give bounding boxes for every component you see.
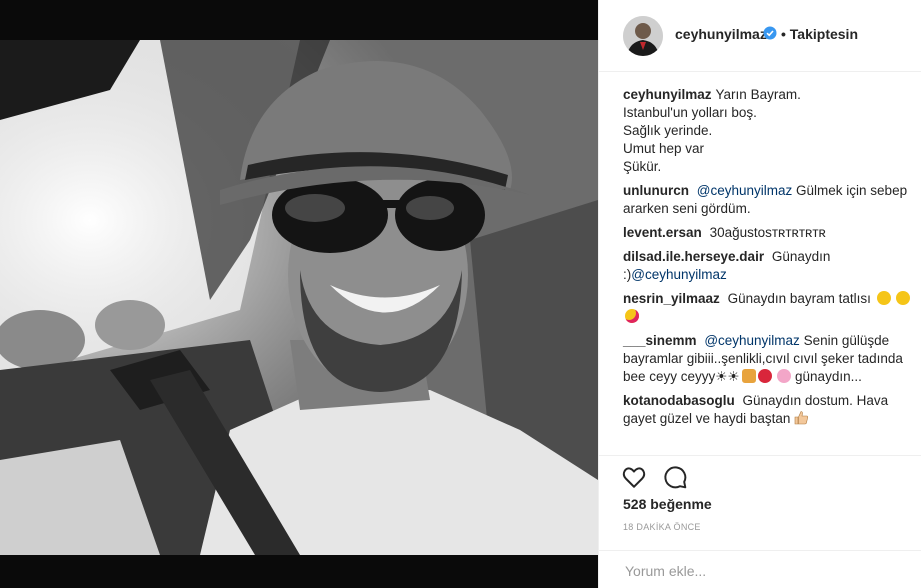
caption-line: Umut hep var bbox=[623, 141, 705, 156]
post-sidebar: ceyhunyilmaz • Takiptesin ceyhunyilmaz Ya… bbox=[598, 0, 921, 588]
comment-icon[interactable] bbox=[662, 464, 688, 490]
verified-badge-icon bbox=[763, 26, 777, 40]
caption-line: Şükür. bbox=[623, 159, 662, 174]
comment-input[interactable] bbox=[623, 560, 897, 582]
kiss-heart-emoji-icon bbox=[625, 309, 639, 323]
post-actions bbox=[599, 455, 921, 495]
comment-list: ceyhunyilmaz Yarın Bayram. Istanbul'un yol… bbox=[623, 86, 913, 434]
comment-item: nesrin_yilmaaz Günaydın bayram tatlısı bbox=[623, 290, 913, 326]
comment-username[interactable]: ___sinemm bbox=[623, 333, 697, 348]
caption-username[interactable]: ceyhunyilmaz bbox=[623, 87, 712, 102]
caption: ceyhunyilmaz Yarın Bayram. Istanbul'un yol… bbox=[623, 86, 913, 176]
post-photo-pane bbox=[0, 0, 598, 588]
follow-state-button[interactable]: • Takiptesin bbox=[781, 26, 858, 42]
comment-username[interactable]: kotanodabasoglu bbox=[623, 393, 735, 408]
comment-mention[interactable]: @ceyhunyilmaz bbox=[631, 267, 727, 282]
comment-item: dilsad.ile.herseye.dair Günaydın :)@ceyh… bbox=[623, 248, 913, 284]
post-timestamp[interactable]: 18 DAKİKA ÖNCE bbox=[623, 522, 701, 532]
comment-text: 30ağustosтʀтʀтʀтʀ bbox=[709, 225, 826, 240]
comment-username[interactable]: dilsad.ile.herseye.dair bbox=[623, 249, 764, 264]
kiss-emoji-icon bbox=[896, 291, 911, 305]
thumbs-up-icon bbox=[794, 411, 809, 426]
comment-item: kotanodabasoglu Günaydın dostum. Hava ga… bbox=[623, 392, 913, 428]
blossom-emoji-icon bbox=[777, 369, 792, 383]
comment-mention[interactable]: @ceyhunyilmaz bbox=[697, 183, 793, 198]
comment-username[interactable]: nesrin_yilmaaz bbox=[623, 291, 720, 306]
comment-mention[interactable]: @ceyhunyilmaz bbox=[704, 333, 800, 348]
likes-count[interactable]: 528 beğenme bbox=[623, 496, 712, 512]
avatar[interactable] bbox=[623, 16, 663, 56]
comment-text-end: günaydın... bbox=[795, 369, 862, 384]
caption-line: Istanbul'un yolları boş. bbox=[623, 105, 757, 120]
caption-line: Sağlık yerinde. bbox=[623, 123, 713, 138]
post-photo[interactable] bbox=[0, 40, 598, 555]
comment-item: unlunurcn @ceyhunyilmaz Gülmek için sebe… bbox=[623, 182, 913, 218]
comment-username[interactable]: unlunurcn bbox=[623, 183, 689, 198]
caption-line: Yarın Bayram. bbox=[715, 87, 801, 102]
comment-username[interactable]: levent.ersan bbox=[623, 225, 702, 240]
comment-text: Günaydın bayram tatlısı bbox=[727, 291, 871, 306]
add-comment-section bbox=[599, 550, 921, 588]
comment-item: levent.ersan 30ağustosтʀтʀтʀтʀ bbox=[623, 224, 913, 242]
person-emoji-icon bbox=[741, 369, 756, 383]
heart-icon[interactable] bbox=[621, 464, 647, 490]
post-header: ceyhunyilmaz • Takiptesin bbox=[599, 0, 921, 72]
comment-item: ___sinemm @ceyhunyilmaz Senin gülüşde ba… bbox=[623, 332, 913, 386]
balloon-emoji-icon bbox=[757, 369, 772, 383]
post-author-username[interactable]: ceyhunyilmaz bbox=[675, 26, 767, 42]
blush-emoji-icon bbox=[876, 291, 891, 305]
